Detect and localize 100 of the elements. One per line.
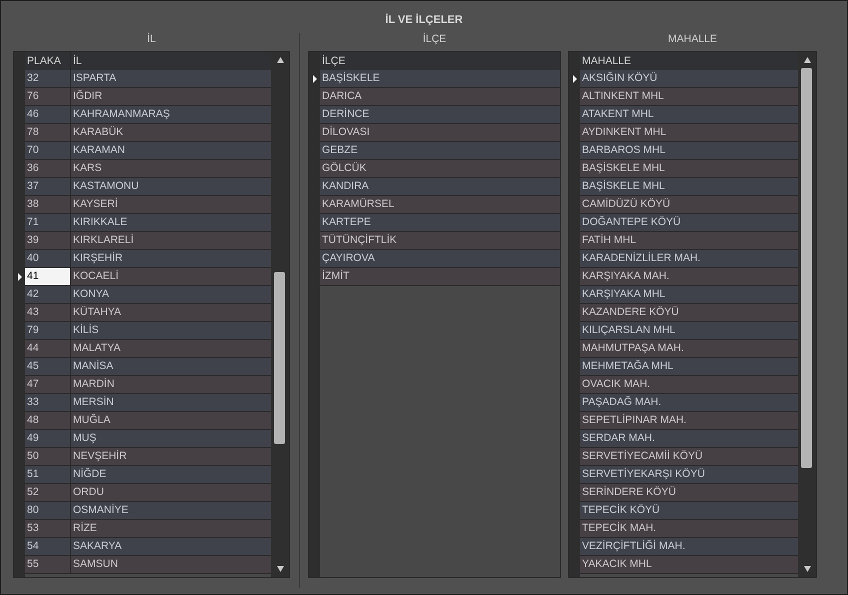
table-cell[interactable]: MEHMETAĞA MHL [580,358,798,376]
table-cell[interactable]: AYDINKENT MHL [580,124,798,142]
table-cell[interactable]: 47 [25,376,71,394]
table-cell[interactable]: DERİNCE [320,106,560,124]
table-cell[interactable]: 54 [25,538,71,556]
table-cell[interactable]: KAZANDERE KÖYÜ [580,304,798,322]
table-cell[interactable]: KAYSERİ [71,196,271,214]
table-cell[interactable]: KARS [71,160,271,178]
table-cell[interactable]: 53 [25,520,71,538]
table-cell[interactable]: KARABÜK [71,124,271,142]
table-cell[interactable]: KARTEPE [320,214,560,232]
table-cell[interactable]: 76 [25,88,71,106]
table-cell[interactable]: BARBAROS MHL [580,142,798,160]
table-cell[interactable]: MUĞLA [71,412,271,430]
table-cell[interactable]: FATİH MHL [580,232,798,250]
table-cell[interactable]: 79 [25,322,71,340]
table-cell[interactable]: 46 [25,106,71,124]
scrollbar[interactable] [271,52,289,577]
table-cell[interactable]: DARICA [320,88,560,106]
table-cell[interactable]: İZMİT [320,268,560,286]
table-cell[interactable]: ATAKENT MHL [580,106,798,124]
table-cell[interactable]: ORDU [71,484,271,502]
table-cell[interactable]: KARAMAN [71,142,271,160]
table-cell[interactable]: SERDAR MAH. [580,430,798,448]
table-cell[interactable]: OSMANİYE [71,502,271,520]
scroll-up-icon[interactable] [276,57,284,63]
table-cell[interactable]: TEPECİK MAH. [580,520,798,538]
table-cell[interactable]: MUŞ [71,430,271,448]
table-cell[interactable]: NİĞDE [71,466,271,484]
table-cell[interactable]: SERVETİYEKARŞI KÖYÜ [580,466,798,484]
table-cell[interactable]: KANDIRA [320,178,560,196]
table-cell[interactable]: 41 [25,268,71,286]
table-cell[interactable]: VEZİRÇİFTLİĞİ MAH. [580,538,798,556]
table-cell[interactable]: 49 [25,430,71,448]
table-cell[interactable]: KONYA [71,286,271,304]
table-cell[interactable]: 52 [25,484,71,502]
table-cell[interactable]: 48 [25,412,71,430]
table-cell[interactable]: KIRIKKALE [71,214,271,232]
table-cell[interactable]: MERSİN [71,394,271,412]
table-cell[interactable]: GEBZE [320,142,560,160]
table-cell[interactable]: BAŞİSKELE MHL [580,160,798,178]
table-cell[interactable]: DOĞANTEPE KÖYÜ [580,214,798,232]
table-cell[interactable]: SERVETİYECAMİİ KÖYÜ [580,448,798,466]
table-cell[interactable]: RİZE [71,520,271,538]
table-cell[interactable]: YAKACIK MHL [580,556,798,574]
table-cell[interactable]: TÜTÜNÇİFTLİK [320,232,560,250]
scrollbar-thumb[interactable] [801,68,812,468]
table-cell[interactable]: 71 [25,214,71,232]
table-cell[interactable]: BAŞİSKELE MHL [580,178,798,196]
table-cell[interactable]: CAMİDÜZÜ KÖYÜ [580,196,798,214]
table-cell[interactable]: SERİNDERE KÖYÜ [580,484,798,502]
table-cell[interactable]: 39 [25,232,71,250]
table-cell[interactable]: SEPETLİPINAR MAH. [580,412,798,430]
table-cell[interactable]: MARDİN [71,376,271,394]
table-cell[interactable]: KARŞIYAKA MAH. [580,268,798,286]
table-cell[interactable]: ÇAYIROVA [320,250,560,268]
table-cell[interactable]: ISPARTA [71,70,271,88]
table-cell[interactable]: DİLOVASI [320,124,560,142]
table-cell[interactable]: 80 [25,502,71,520]
table-cell[interactable]: AKSIĞIN KÖYÜ [580,70,798,88]
scroll-down-icon[interactable] [276,566,284,572]
table-cell[interactable]: KILIÇARSLAN MHL [580,322,798,340]
table-cell[interactable]: KARAMÜRSEL [320,196,560,214]
column-header[interactable]: İL [71,52,271,70]
table-cell[interactable]: 38 [25,196,71,214]
table-cell[interactable]: KOCAELİ [71,268,271,286]
table-cell[interactable]: MANİSA [71,358,271,376]
table-cell[interactable]: 45 [25,358,71,376]
table-cell[interactable]: ALTINKENT MHL [580,88,798,106]
table-cell[interactable]: 55 [25,556,71,574]
table-cell[interactable]: 51 [25,466,71,484]
table-cell[interactable]: KİLİS [71,322,271,340]
table-cell[interactable]: 44 [25,340,71,358]
table-cell[interactable]: KARADENİZLİLER MAH. [580,250,798,268]
table-cell[interactable]: 37 [25,178,71,196]
scroll-up-icon[interactable] [804,57,810,63]
table-cell[interactable]: 42 [25,286,71,304]
table-cell[interactable]: NEVŞEHİR [71,448,271,466]
table-cell[interactable]: KAHRAMANMARAŞ [71,106,271,124]
table-cell[interactable]: SAMSUN [71,556,271,574]
scrollbar[interactable] [798,52,816,577]
table-cell[interactable]: KIRKLARELİ [71,232,271,250]
table-cell[interactable]: KASTAMONU [71,178,271,196]
table-cell[interactable]: BAŞİSKELE [320,70,560,88]
table-cell[interactable]: GÖLCÜK [320,160,560,178]
table-cell[interactable]: 78 [25,124,71,142]
table-cell[interactable]: PAŞADAĞ MAH. [580,394,798,412]
table-cell[interactable]: KIRŞEHİR [71,250,271,268]
scrollbar-thumb[interactable] [274,272,285,444]
table-cell[interactable]: IĞDIR [71,88,271,106]
table-cell[interactable]: 36 [25,160,71,178]
table-cell[interactable]: 70 [25,142,71,160]
table-cell[interactable]: 43 [25,304,71,322]
table-cell[interactable]: 33 [25,394,71,412]
table-cell[interactable]: OVACIK MAH. [580,376,798,394]
table-cell[interactable]: KARŞIYAKA MHL [580,286,798,304]
table-cell[interactable]: MALATYA [71,340,271,358]
table-cell[interactable]: 40 [25,250,71,268]
table-cell[interactable]: SAKARYA [71,538,271,556]
scroll-down-icon[interactable] [804,566,810,572]
